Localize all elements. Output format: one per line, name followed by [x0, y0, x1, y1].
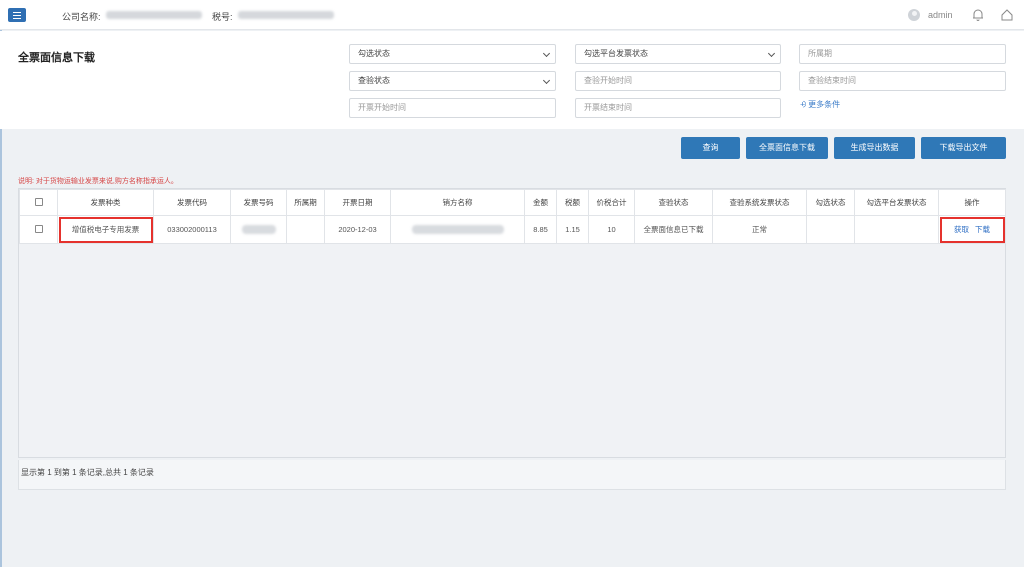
pagination-summary: 显示第 1 到第 1 条记录,总共 1 条记录: [18, 460, 1006, 490]
column-header: 操作: [938, 189, 1006, 216]
tax-id-value: [238, 11, 334, 19]
seller-name-redacted: [411, 225, 504, 235]
menu-icon[interactable]: [8, 8, 26, 22]
period-input[interactable]: 所属期: [799, 44, 1006, 64]
table-header-row: 发票种类 发票代码 发票号码 所属期 开票日期 销方名称 金额 税额 价税合计 …: [19, 189, 1006, 216]
column-header: 查验系统发票状态: [712, 189, 807, 216]
column-header: 金额: [524, 189, 557, 216]
bell-icon[interactable]: [971, 8, 985, 22]
invoice-number-redacted: [241, 225, 276, 235]
platform-check-status-select[interactable]: 勾选平台发票状态: [575, 44, 781, 64]
avatar[interactable]: [908, 9, 920, 21]
column-header: 开票日期: [324, 189, 391, 216]
table-row[interactable]: 增值税电子专用发票 033002000113 2020-12-03 8.85 1…: [19, 215, 1006, 244]
download-export-button[interactable]: 下载导出文件: [921, 137, 1006, 159]
user-name[interactable]: admin: [928, 10, 953, 20]
top-bar: 公司名称: 税号: admin: [0, 0, 1024, 30]
issue-start-input[interactable]: 开票开始时间: [349, 98, 556, 118]
query-button[interactable]: 查询: [681, 137, 740, 159]
system-status-cell: 正常: [712, 215, 807, 244]
row-checkbox[interactable]: [34, 224, 43, 233]
download-full-info-button[interactable]: 全票面信息下载: [746, 137, 828, 159]
platform-status-cell: [854, 215, 939, 244]
invoice-table: 发票种类 发票代码 发票号码 所属期 开票日期 销方名称 金额 税额 价税合计 …: [18, 188, 1006, 458]
verify-end-input[interactable]: 查验结束时间: [799, 71, 1006, 91]
note-text: 说明: 对于货物运输业发票来说,购方名称指承运人。: [18, 178, 178, 185]
column-header: 发票种类: [57, 189, 154, 216]
generate-export-button[interactable]: 生成导出数据: [834, 137, 915, 159]
column-header: 价税合计: [588, 189, 635, 216]
invoice-code-cell: 033002000113: [153, 215, 231, 244]
more-conditions-label: 更多条件: [808, 100, 841, 109]
period-cell: [286, 215, 325, 244]
filter-panel: 全票面信息下载 勾选状态 勾选平台发票状态 所属期 查验状态 查验开始时间 查验…: [0, 31, 1024, 129]
row-select-cell[interactable]: [19, 215, 58, 244]
company-name-label: 公司名称:: [62, 12, 101, 22]
issue-date-cell: 2020-12-03: [324, 215, 391, 244]
invoice-type-cell: 增值税电子专用发票: [57, 215, 154, 244]
operation-cell: 获取 下载: [938, 215, 1006, 244]
home-icon[interactable]: [1000, 8, 1014, 22]
fetch-link[interactable]: 获取: [954, 225, 969, 234]
verify-start-input[interactable]: 查验开始时间: [575, 71, 781, 91]
more-conditions-link[interactable]: ⨮ 更多条件: [800, 99, 840, 110]
column-header: 发票号码: [230, 189, 287, 216]
amount-cell: 8.85: [524, 215, 557, 244]
download-link[interactable]: 下载: [975, 225, 990, 234]
column-header: 发票代码: [153, 189, 231, 216]
page-title: 全票面信息下载: [18, 52, 95, 64]
tax-cell: 1.15: [556, 215, 589, 244]
issue-end-input[interactable]: 开票结束时间: [575, 98, 781, 118]
column-header: 勾选状态: [806, 189, 855, 216]
double-chevron-down-icon: ⨮: [800, 99, 807, 109]
verify-status-select[interactable]: 查验状态: [349, 71, 556, 91]
column-header: 销方名称: [390, 189, 525, 216]
seller-name-cell: [390, 215, 525, 244]
total-cell: 10: [588, 215, 635, 244]
column-header: 查验状态: [634, 189, 713, 216]
select-all-cell[interactable]: [19, 189, 58, 216]
verify-status-cell: 全票面信息已下载: [634, 215, 713, 244]
column-header: 勾选平台发票状态: [854, 189, 939, 216]
select-all-checkbox[interactable]: [34, 197, 43, 206]
company-name-value: [106, 11, 202, 19]
column-header: 所属期: [286, 189, 325, 216]
check-status-select[interactable]: 勾选状态: [349, 44, 556, 64]
tax-id-label: 税号:: [212, 12, 233, 22]
invoice-number-cell: [230, 215, 287, 244]
check-status-cell: [806, 215, 855, 244]
column-header: 税额: [556, 189, 589, 216]
